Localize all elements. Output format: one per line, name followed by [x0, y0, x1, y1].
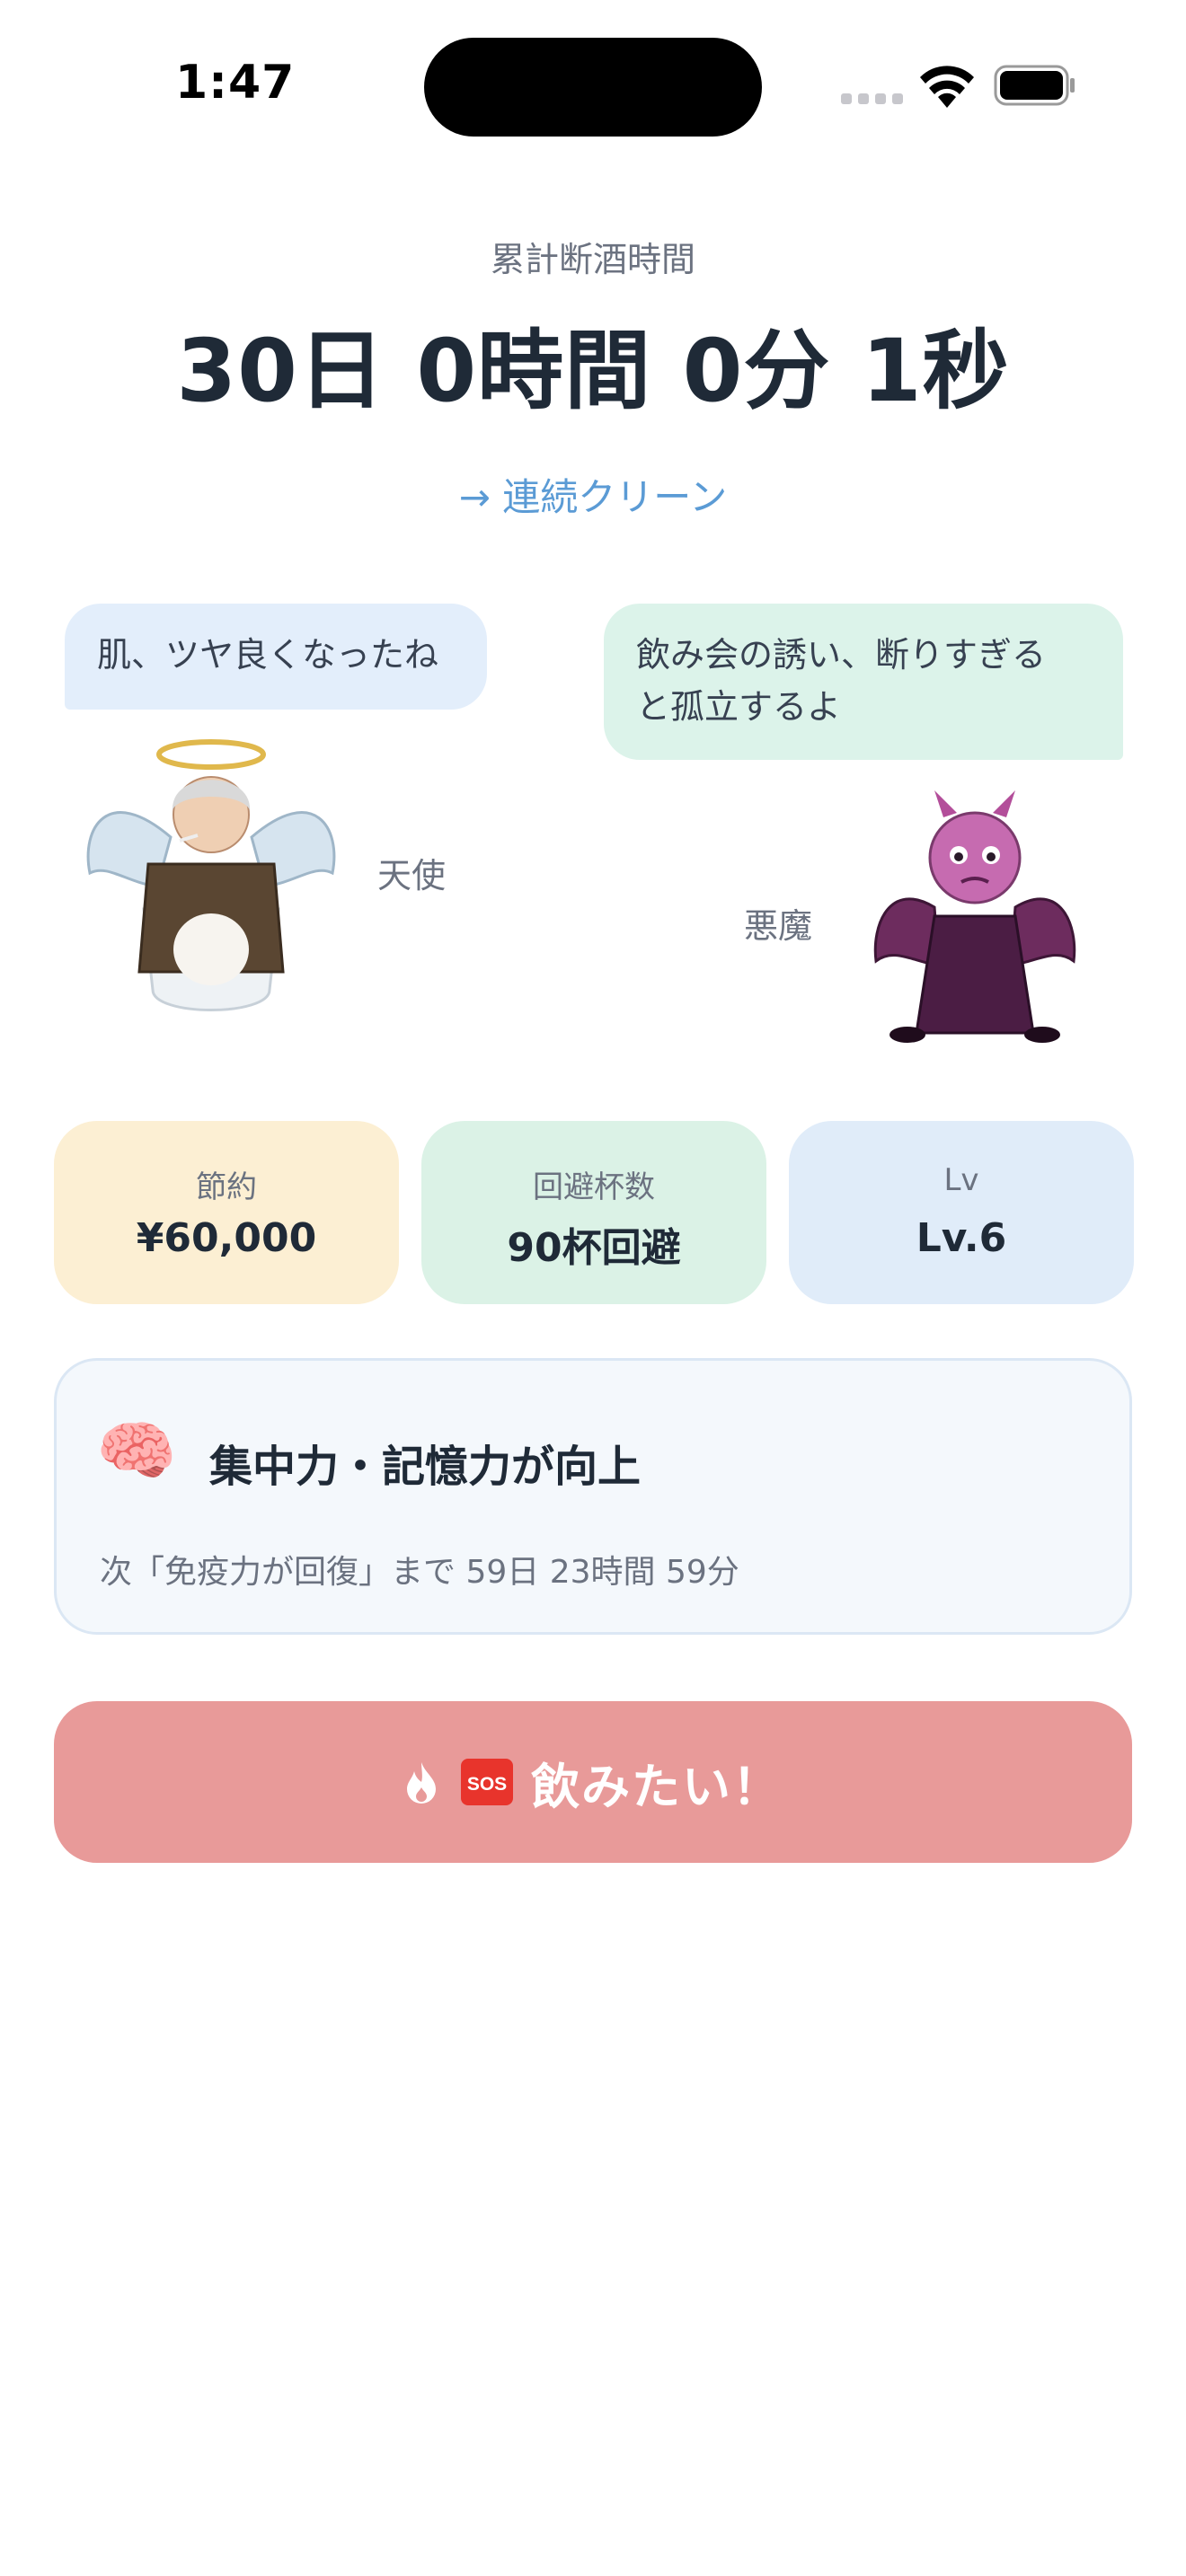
total-time-label: 累計断酒時間	[490, 240, 695, 279]
level-value: Lv.6	[916, 1215, 1007, 1261]
streak-link[interactable]: → 連続クリーン	[0, 467, 1186, 522]
cellular-signal-icon	[841, 93, 904, 106]
next-benefit-countdown: 次「免疫力が回復」まで 59日 23時間 59分	[100, 1554, 739, 1591]
angel-speech-text: 肌、ツヤ良くなったね	[97, 635, 439, 675]
avoided-drinks-label: 回避杯数	[533, 1169, 655, 1205]
avoided-drinks-value: 90杯回避	[507, 1225, 681, 1271]
sos-want-to-drink-button[interactable]: SOS 飲みたい！	[54, 1701, 1132, 1863]
devil-speech-bubble: 飲み会の誘い、断りすぎる と孤立するよ	[604, 604, 1123, 760]
avoided-drinks-card: 回避杯数 90杯回避	[421, 1121, 766, 1304]
wifi-icon	[920, 66, 974, 108]
battery-icon	[994, 65, 1075, 106]
saving-card: 節約 ¥60,000	[54, 1121, 399, 1304]
saving-label: 節約	[196, 1169, 257, 1205]
level-label: Lv	[943, 1162, 979, 1198]
benefit-title: 集中力・記憶力が向上	[209, 1442, 642, 1492]
angel-label: 天使	[377, 856, 447, 895]
angel-character-icon[interactable]	[72, 729, 350, 1026]
devil-speech-text-line1: 飲み会の誘い、断りすぎる	[636, 635, 1047, 675]
status-time: 1:47	[175, 56, 296, 110]
sos-button-label: 飲みたい！	[531, 1758, 783, 1815]
status-bar: 1:47	[0, 0, 1186, 171]
devil-label: 悪魔	[744, 906, 813, 946]
svg-text:SOS: SOS	[467, 1774, 507, 1795]
dynamic-island	[424, 38, 762, 137]
brain-icon: 🧠	[96, 1413, 177, 1488]
angel-speech-bubble: 肌、ツヤ良くなったね	[65, 604, 487, 710]
saving-value: ¥60,000	[136, 1215, 317, 1261]
devil-speech-text-line2: と孤立するよ	[636, 687, 842, 727]
devil-character-icon[interactable]	[872, 790, 1078, 1051]
total-time-value: 30日 0時間 0分 1秒	[176, 321, 1010, 421]
flame-icon	[407, 1762, 436, 1804]
health-benefit-card[interactable]: 🧠 集中力・記憶力が向上 次「免疫力が回復」まで 59日 23時間 59分	[54, 1358, 1132, 1635]
sos-icon: SOS	[461, 1759, 513, 1805]
level-card: Lv Lv.6	[789, 1121, 1134, 1304]
